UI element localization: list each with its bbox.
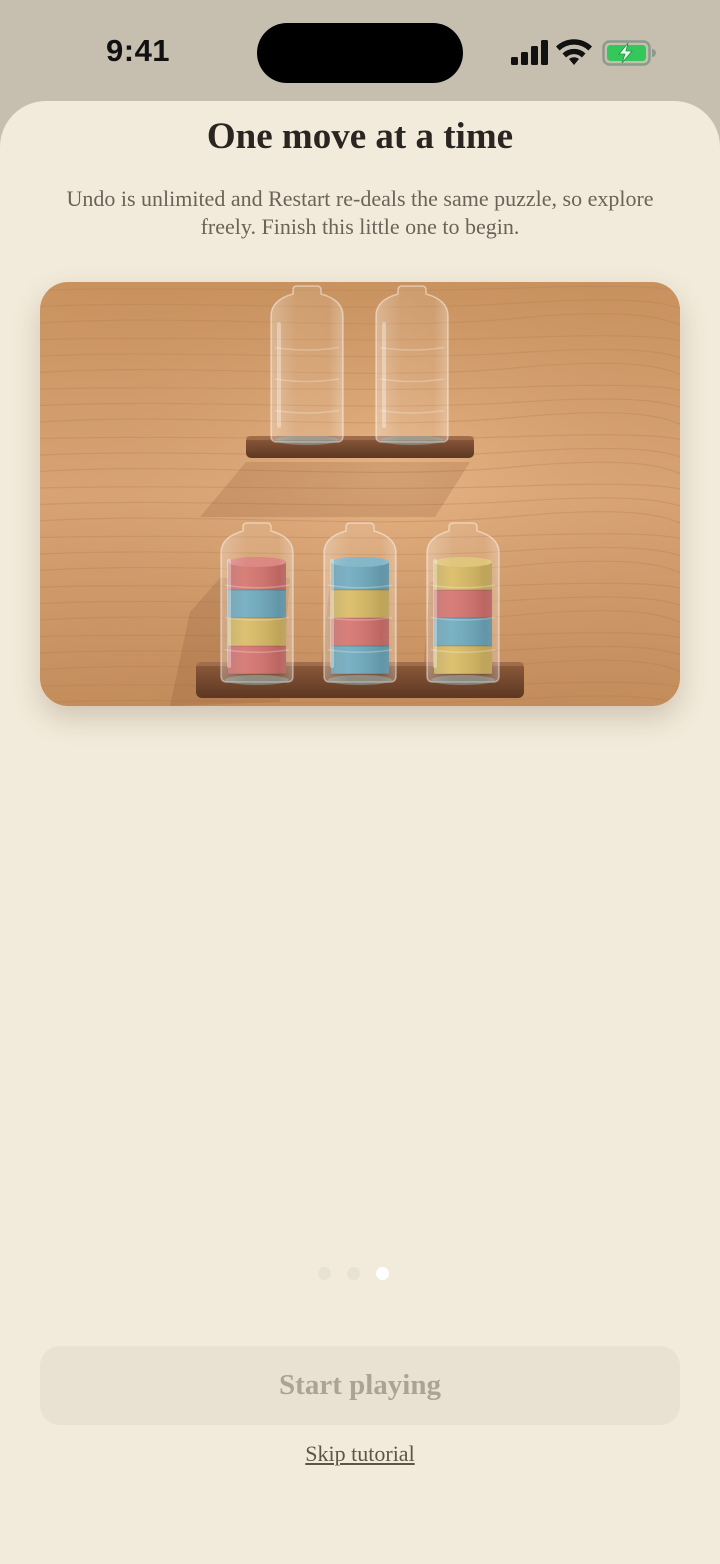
start-playing-button[interactable]: Start playing (40, 1346, 680, 1425)
bottle-filled (220, 522, 294, 685)
bottle-filled (426, 522, 500, 685)
page-subtitle: Undo is unlimited and Restart re-deals t… (66, 186, 654, 239)
skip-tutorial-link[interactable]: Skip tutorial (0, 1441, 720, 1467)
status-bar: 9:41 (0, 0, 720, 100)
page-dot-active[interactable] (376, 1267, 389, 1280)
bottle-empty (375, 285, 449, 445)
signal-icon (511, 40, 548, 65)
battery-charging-icon (602, 40, 656, 66)
status-time: 9:41 (106, 33, 171, 68)
page-indicator[interactable] (318, 1267, 404, 1281)
tutorial-sheet: One move at a time Undo is unlimited and… (0, 101, 720, 1564)
page-dot[interactable] (347, 1267, 360, 1280)
dynamic-island (257, 23, 463, 83)
puzzle-illustration (40, 282, 680, 706)
page-dot[interactable] (318, 1267, 331, 1280)
bottle-empty (270, 285, 344, 445)
bottle-filled (323, 522, 397, 685)
status-icons (511, 39, 656, 66)
wifi-icon (556, 39, 592, 65)
page-title: One move at a time (206, 116, 514, 157)
